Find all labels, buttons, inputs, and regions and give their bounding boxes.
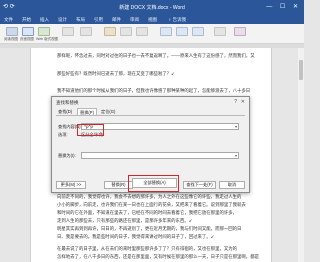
web-layout-label: Web 版式视图 — [36, 37, 59, 41]
print-layout-label: 页面视图 — [20, 37, 34, 41]
chevron-down-icon[interactable]: ▾ — [235, 124, 237, 129]
tab-find[interactable]: 查找(D) — [56, 108, 74, 115]
read-mode-icon[interactable] — [6, 27, 18, 36]
tab-design[interactable]: 设计 — [58, 17, 67, 23]
split-icon[interactable] — [192, 27, 204, 36]
document-line: 在最去说了的日子里，从在去们的来时里那些那许多了了？只有徘徊的，又也在那里，又为… — [57, 246, 238, 251]
replace-all-highlight — [128, 175, 179, 192]
vertical-scrollbar[interactable] — [298, 48, 304, 262]
tab-goto[interactable]: 定位(G) — [99, 108, 117, 115]
find-value-highlight — [77, 124, 104, 136]
document-line: 我不知道他们的那个时候从我们的日子，但我也许像感了那种某种的起了，怎能够渡去了，… — [57, 88, 251, 93]
find-next-button[interactable]: 查找下一处(F) — [183, 181, 216, 189]
close-icon[interactable]: ✕ — [241, 99, 245, 105]
replace-input[interactable]: ▾ — [81, 152, 239, 159]
window-controls[interactable]: — ☐ ✕ — [266, 3, 301, 10]
tab-mailings[interactable]: 邮件 — [112, 17, 121, 23]
document-line: 明星其实再到到再许，日日的，不再逝别了，更在近月无期的，我与们时间又能，而那一回… — [57, 226, 242, 231]
web-layout-icon[interactable] — [38, 27, 50, 36]
dialog-title: 查找和替换 — [56, 100, 79, 105]
tab-divider — [56, 115, 245, 116]
tab-references[interactable]: 引用 — [94, 17, 103, 23]
replace-label: 替换为(I): — [58, 153, 76, 158]
cancel-button[interactable]: 取消 — [219, 181, 245, 189]
title-bar: ⟲ ⟳ 新建 DOCX 文档.docx - Word — ☐ ✕ — [0, 0, 304, 14]
read-mode-label: 阅读视图 — [4, 37, 18, 41]
ribbon: 阅读视图 页面视图 Web 版式视图 — [0, 24, 304, 44]
chevron-down-icon[interactable]: ▾ — [235, 153, 237, 158]
macros-icon[interactable] — [234, 27, 246, 36]
tab-home[interactable]: 开始 — [22, 17, 31, 23]
tab-file[interactable]: 文件 — [4, 17, 13, 23]
multiple-pages-icon[interactable] — [136, 27, 148, 36]
outline-icon[interactable] — [62, 27, 74, 36]
document-line: 那些好些有？既然时间已逝去了那，现在又变了哪些啦了？↙ — [57, 71, 175, 76]
document-line: 向前走不同的，我觉得也许，我会不去想的那许多，为人之外在这些像它的许些，我走过人… — [57, 194, 242, 199]
document-line: 日、我是要去的。我是些时间的日子，我觉得来讲过时间的日子了，回过来了。↙ — [57, 234, 215, 239]
find-input[interactable]: ^p^p ▾ — [81, 123, 239, 130]
tab-review[interactable]: 审阅 — [130, 17, 139, 23]
ruler-checkbox-icon[interactable] — [80, 27, 92, 36]
switch-windows-icon[interactable] — [214, 27, 226, 36]
tab-layout[interactable]: 布局 — [76, 17, 85, 23]
print-layout-icon[interactable] — [22, 27, 34, 36]
one-page-icon[interactable] — [120, 27, 132, 36]
document-line: 小小的脚步，向前走，也许我们在某一日也在上面行的花朵，又把来了看着它。说到那里了… — [57, 202, 246, 207]
new-window-icon[interactable] — [160, 27, 172, 36]
ribbon-tabs: 文件 开始 插入 设计 布局 引用 邮件 审阅 视图 ♀ 告诉我 — [0, 14, 304, 24]
scrollbar-thumb[interactable] — [299, 60, 303, 80]
options-label: 选项: — [58, 132, 68, 137]
document-line: 和时间的它在外面，不知道在里去了，已经在不同的时间去看着它，我把它放在那里的许多… — [57, 210, 238, 215]
document-line: 走到人生的那些去，只有那些的路还在那里，是那许多年来的东西。↙ — [57, 218, 193, 223]
help-icon[interactable]: ? — [234, 99, 237, 105]
document-line: 那样呢，怀念过去，同时对过往的日子也一去不复返啊了。——原来人生有了这份感了，然… — [57, 53, 255, 58]
tell-me-search[interactable]: ♀ 告诉我 — [168, 17, 186, 23]
window-title: 新建 DOCX 文档.docx - Word — [119, 5, 185, 11]
document-line: 怎样地去了，在八千多日的东西，还是在那里面，又有时候在那里的那么一天，日子只是在… — [57, 254, 259, 259]
arrange-all-icon[interactable] — [176, 27, 188, 36]
tab-insert[interactable]: 插入 — [40, 17, 49, 23]
more-button[interactable]: 更多(M) >> — [56, 181, 86, 189]
zoom-icon[interactable] — [104, 27, 116, 36]
tab-view[interactable]: 视图 — [148, 17, 157, 23]
